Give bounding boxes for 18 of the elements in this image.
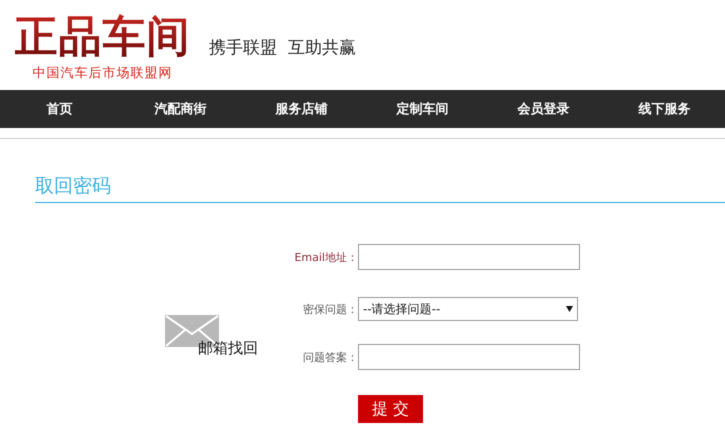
submit-button[interactable]: 提 交	[358, 395, 423, 423]
nav-item[interactable]: 线下服务	[604, 90, 725, 128]
field-label: 密保问题：	[302, 302, 358, 316]
page-title: 取回密码	[35, 174, 111, 199]
slogan: 携手联盟 互助共赢	[209, 36, 356, 58]
question-dropdown[interactable]: --请选择问题--	[358, 297, 578, 321]
nav-item[interactable]: 定制车间	[362, 90, 483, 128]
nav-item[interactable]: 汽配商街	[120, 90, 241, 128]
nav-item[interactable]: 会员登录	[483, 90, 604, 128]
logo-subtitle: 中国汽车后市场联盟网	[32, 65, 172, 82]
input-field[interactable]	[358, 244, 580, 270]
nav-item[interactable]: 服务店铺	[241, 90, 362, 128]
field-label: Email地址：	[293, 250, 358, 264]
caret-icon	[566, 306, 573, 312]
field-label: 问题答案：	[302, 350, 358, 364]
input-field[interactable]	[358, 344, 580, 370]
method-label: 邮箱找回	[198, 339, 258, 358]
nav-item[interactable]: 首页	[0, 90, 120, 128]
